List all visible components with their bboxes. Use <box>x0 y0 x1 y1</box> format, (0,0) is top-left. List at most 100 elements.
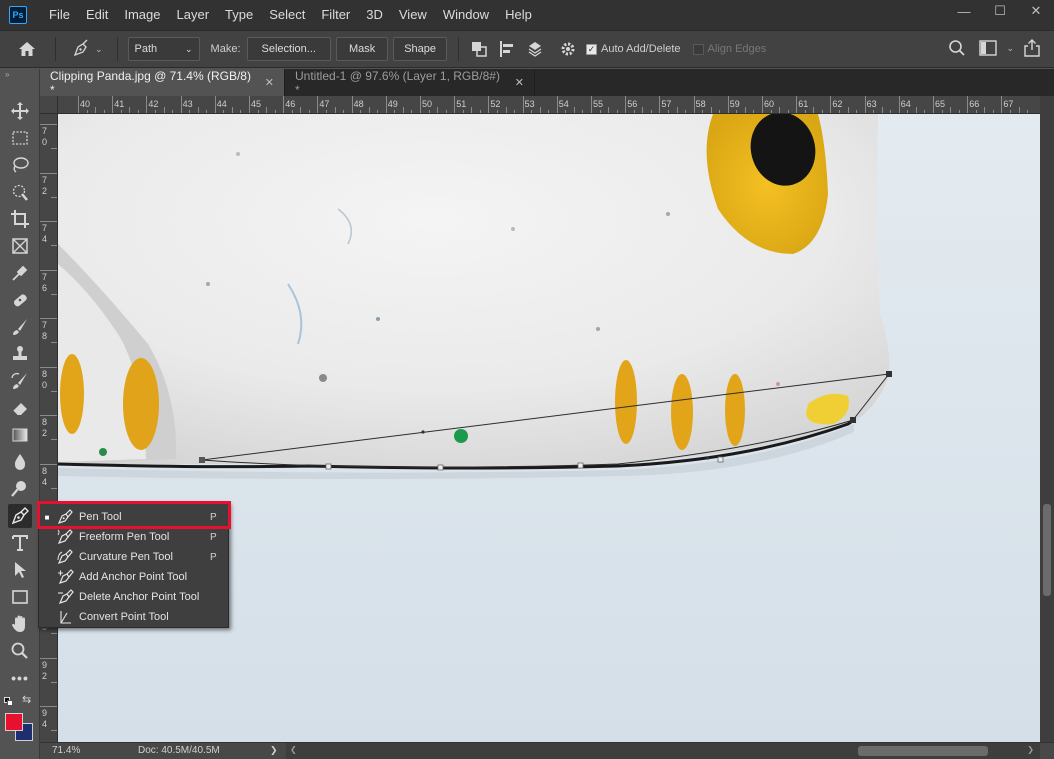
zoom-icon[interactable] <box>8 639 32 663</box>
ruler-tick <box>762 96 763 113</box>
chevron-down-icon: ⌄ <box>185 43 193 54</box>
make-shape-button[interactable]: Shape <box>393 37 448 61</box>
hand-icon[interactable] <box>8 612 32 636</box>
flyout-item-delete-anchor-point-tool[interactable]: Delete Anchor Point Tool <box>39 587 228 607</box>
menu-3d[interactable]: 3D <box>358 0 391 30</box>
make-selection-button[interactable]: Selection... <box>246 37 331 61</box>
flyout-item-pen-tool[interactable]: ■ Pen Tool P <box>39 507 228 527</box>
scrollbar-thumb[interactable] <box>858 746 988 756</box>
collapse-toolbar-icon[interactable]: » <box>5 70 9 79</box>
path-selection-icon[interactable] <box>8 558 32 582</box>
ruler-label: 7 <box>42 223 48 233</box>
menu-window[interactable]: Window <box>435 0 497 30</box>
ruler-tick <box>556 96 558 113</box>
chevron-down-icon[interactable]: ⌄ <box>1006 43 1014 54</box>
crop-icon[interactable] <box>8 207 32 231</box>
minimize-button[interactable]: — <box>946 0 982 22</box>
ruler-tick <box>522 96 524 113</box>
ruler-minor-tick <box>505 107 507 113</box>
ruler-tick <box>830 96 832 113</box>
eraser-icon[interactable] <box>8 396 32 420</box>
pen-tool-preset-icon[interactable] <box>70 38 92 60</box>
close-icon[interactable]: ✕ <box>265 76 274 89</box>
ruler-tick <box>659 96 661 113</box>
ruler-tick <box>385 96 387 113</box>
ruler-label: 4 <box>42 719 48 729</box>
lasso-icon[interactable] <box>8 153 32 177</box>
document-tab-bar: Clipping Panda.jpg @ 71.4% (RGB/8) * ✕ U… <box>40 69 1054 97</box>
gradient-icon[interactable] <box>8 423 32 447</box>
healing-brush-icon[interactable] <box>8 288 32 312</box>
marquee-icon[interactable] <box>8 126 32 150</box>
tab-untitled-1[interactable]: Untitled-1 @ 97.6% (Layer 1, RGB/8#) * ✕ <box>285 69 535 97</box>
scroll-left-arrow[interactable]: ❮ <box>290 745 297 754</box>
flyout-item-convert-point-tool[interactable]: Convert Point Tool <box>39 607 228 627</box>
more-tools-icon[interactable]: ••• <box>8 666 32 690</box>
eyedropper-icon[interactable] <box>8 261 32 285</box>
share-icon[interactable] <box>1021 37 1043 59</box>
ruler-minor-tick <box>573 107 575 113</box>
ruler-minor-tick <box>300 107 302 113</box>
workspace-icon[interactable] <box>977 37 999 59</box>
tab-clipping-panda[interactable]: Clipping Panda.jpg @ 71.4% (RGB/8) * ✕ <box>40 69 285 97</box>
menu-select[interactable]: Select <box>261 0 313 30</box>
close-icon[interactable]: ✕ <box>515 76 524 89</box>
home-icon[interactable] <box>16 38 38 60</box>
scrollbar-thumb[interactable] <box>1043 504 1051 596</box>
ruler-minor-tick <box>744 107 746 113</box>
ruler-label: 2 <box>42 185 48 196</box>
menu-image[interactable]: Image <box>116 0 168 30</box>
default-colors-icon[interactable] <box>4 697 13 706</box>
swap-colors-icon[interactable]: ⇆ <box>22 693 31 706</box>
frame-icon[interactable] <box>8 234 32 258</box>
tool-mode-select[interactable]: Path ⌄ <box>127 37 200 61</box>
ruler-minor-tick <box>710 107 712 113</box>
gear-icon[interactable] <box>557 38 579 60</box>
menu-view[interactable]: View <box>391 0 435 30</box>
path-operations-icon[interactable] <box>468 38 490 60</box>
flyout-item-add-anchor-point-tool[interactable]: Add Anchor Point Tool <box>39 567 228 587</box>
zoom-level[interactable]: 71.4% <box>52 745 80 756</box>
status-menu-arrow[interactable]: ❯ <box>270 745 278 756</box>
chevron-down-icon[interactable]: ⌄ <box>95 44 103 55</box>
menu-layer[interactable]: Layer <box>169 0 218 30</box>
curvature-pen-icon <box>55 548 77 566</box>
document-canvas[interactable] <box>58 114 1040 742</box>
ruler-tick <box>933 96 934 113</box>
vertical-scrollbar[interactable] <box>1040 96 1054 742</box>
flyout-item-curvature-pen-tool[interactable]: Curvature Pen Tool P <box>39 547 228 567</box>
history-brush-icon[interactable] <box>8 369 32 393</box>
ruler-label: 59 <box>729 99 740 109</box>
menu-file[interactable]: File <box>41 0 78 30</box>
search-icon[interactable] <box>946 37 968 59</box>
scroll-right-arrow[interactable]: ❯ <box>1027 745 1034 754</box>
menu-help[interactable]: Help <box>497 0 540 30</box>
ruler-minor-tick <box>539 107 541 113</box>
type-icon[interactable] <box>8 531 32 555</box>
align-edges-checkbox[interactable] <box>692 43 704 55</box>
ruler-tick <box>40 221 57 222</box>
path-arrangement-icon[interactable] <box>524 38 546 60</box>
ruler-label: 45 <box>251 99 262 109</box>
dodge-icon[interactable] <box>8 477 32 501</box>
brush-icon[interactable] <box>8 315 32 339</box>
auto-add-delete-checkbox[interactable]: ✓ <box>586 43 598 55</box>
close-window-button[interactable]: ✕ <box>1018 0 1054 22</box>
maximize-button[interactable]: ☐ <box>982 0 1018 22</box>
clone-stamp-icon[interactable] <box>8 342 32 366</box>
ruler-tick <box>317 96 319 113</box>
move-icon[interactable] <box>8 99 32 123</box>
ruler-label: 58 <box>695 99 706 109</box>
blur-icon[interactable] <box>8 450 32 474</box>
menu-filter[interactable]: Filter <box>313 0 358 30</box>
make-mask-button[interactable]: Mask <box>335 37 389 61</box>
path-alignment-icon[interactable] <box>496 38 518 60</box>
horizontal-scrollbar[interactable]: ❮ ❯ <box>286 743 1040 759</box>
foreground-color-swatch[interactable] <box>5 713 23 731</box>
pen-icon[interactable] <box>8 504 32 528</box>
menu-edit[interactable]: Edit <box>78 0 116 30</box>
rectangle-icon[interactable] <box>8 585 32 609</box>
quick-selection-icon[interactable] <box>8 180 32 204</box>
menu-type[interactable]: Type <box>217 0 261 30</box>
flyout-item-freeform-pen-tool[interactable]: Freeform Pen Tool P <box>39 527 228 547</box>
